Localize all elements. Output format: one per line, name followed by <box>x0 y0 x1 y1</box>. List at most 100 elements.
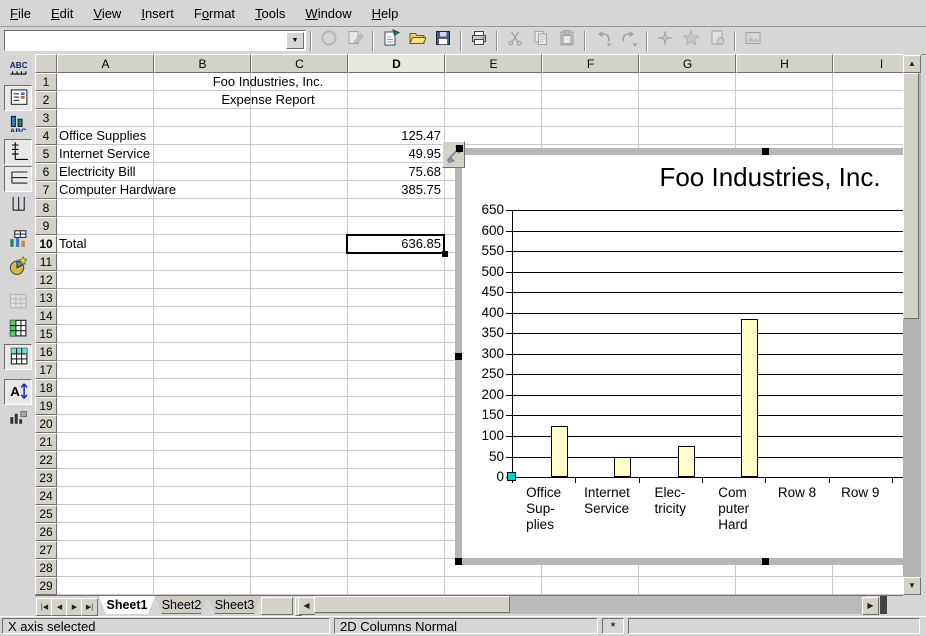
row-header-16[interactable]: 16 <box>35 343 57 361</box>
menu-format[interactable]: Format <box>184 4 245 23</box>
column-header-H[interactable]: H <box>736 54 833 73</box>
vertical-scrollbar[interactable]: ▲ ▼ <box>903 54 921 595</box>
menu-file[interactable]: File <box>0 4 41 23</box>
save-button[interactable] <box>431 30 455 52</box>
row-header-18[interactable]: 18 <box>35 379 57 397</box>
sheet-tab-sheet2[interactable]: Sheet2 <box>155 596 208 614</box>
row-header-17[interactable]: 17 <box>35 361 57 379</box>
scale-text-button[interactable]: A <box>4 379 32 405</box>
column-header-I[interactable]: I <box>833 54 903 73</box>
cell-A5[interactable]: Internet Service <box>59 145 150 163</box>
chart-selection-handle[interactable] <box>455 558 462 565</box>
menu-insert[interactable]: Insert <box>131 4 184 23</box>
bar-computer-hard[interactable] <box>741 319 758 478</box>
row-header-1[interactable]: 1 <box>35 73 57 91</box>
last-sheet-button[interactable]: ▶| <box>81 598 98 616</box>
row-header-4[interactable]: 4 <box>35 127 57 145</box>
y-axis-label[interactable]: 0 <box>455 469 504 484</box>
row-header-7[interactable]: 7 <box>35 181 57 199</box>
bar-electricity[interactable] <box>678 446 695 477</box>
row-header-28[interactable]: 28 <box>35 559 57 577</box>
vertical-grid-button[interactable] <box>4 193 30 217</box>
column-header-F[interactable]: F <box>542 54 639 73</box>
chart-selection-handle[interactable] <box>762 558 769 565</box>
sheet-title-row-1[interactable]: Foo Industries, Inc. <box>213 73 324 91</box>
menu-edit[interactable]: Edit <box>41 4 83 23</box>
y-axis-label[interactable]: 200 <box>455 387 504 402</box>
scroll-left-button[interactable]: ◀ <box>298 597 315 615</box>
legend-on-off-button[interactable] <box>4 85 32 111</box>
x-axis-category-label[interactable]: Office Sup- plies <box>526 485 561 533</box>
data-in-rows-button[interactable] <box>4 317 30 341</box>
bar-internet-service[interactable] <box>614 457 631 478</box>
cell-D5[interactable]: 49.95 <box>348 145 441 163</box>
bar-office-supplies[interactable] <box>551 426 568 478</box>
row-header-8[interactable]: 8 <box>35 199 57 217</box>
row-header-27[interactable]: 27 <box>35 541 57 559</box>
y-axis-label[interactable]: 150 <box>455 407 504 422</box>
chart-type-button[interactable] <box>4 255 30 279</box>
y-axis-label[interactable]: 300 <box>455 346 504 361</box>
column-header-A[interactable]: A <box>57 54 154 73</box>
x-axis-category-label[interactable]: Com puter Hard <box>718 485 749 533</box>
cell-D4[interactable]: 125.47 <box>348 127 441 145</box>
cell-A6[interactable]: Electricity Bill <box>59 163 136 181</box>
chart-selection-handle[interactable] <box>456 145 463 152</box>
y-axis-label[interactable]: 350 <box>455 325 504 340</box>
row-header-14[interactable]: 14 <box>35 307 57 325</box>
column-header-C[interactable]: C <box>251 54 348 73</box>
x-axis-category-label[interactable]: Row 9 <box>841 485 879 501</box>
vertical-scroll-thumb[interactable] <box>903 73 919 319</box>
new-document-button[interactable] <box>379 30 403 52</box>
print-button[interactable] <box>467 30 491 52</box>
row-header-5[interactable]: 5 <box>35 145 57 163</box>
menu-view[interactable]: View <box>83 4 131 23</box>
chart-title[interactable]: Foo Industries, Inc. <box>659 162 880 193</box>
sheet-tab-sheet1[interactable]: Sheet1 <box>99 596 155 614</box>
y-axis-label[interactable]: 100 <box>455 428 504 443</box>
column-header-B[interactable]: B <box>154 54 251 73</box>
row-header-21[interactable]: 21 <box>35 433 57 451</box>
y-axis-label[interactable]: 450 <box>455 284 504 299</box>
x-axis-category-label[interactable]: Elec- tricity <box>655 485 687 517</box>
row-header-13[interactable]: 13 <box>35 289 57 307</box>
row-header-11[interactable]: 11 <box>35 253 57 271</box>
automatic-layout-button[interactable] <box>4 406 30 430</box>
x-axis-category-label[interactable]: Internet Service <box>584 485 630 517</box>
column-header-E[interactable]: E <box>445 54 542 73</box>
y-axis-label[interactable]: 250 <box>455 366 504 381</box>
row-header-26[interactable]: 26 <box>35 523 57 541</box>
data-in-columns-button[interactable] <box>4 344 32 370</box>
sheet-title-row-2[interactable]: Expense Report <box>221 91 314 109</box>
x-axis-line[interactable] <box>512 477 903 478</box>
y-axis-label[interactable]: 50 <box>455 449 504 464</box>
url-combo-input[interactable] <box>6 32 288 49</box>
y-axis-label[interactable]: 400 <box>455 305 504 320</box>
column-header-D[interactable]: D <box>348 54 445 73</box>
column-header-G[interactable]: G <box>639 54 736 73</box>
horizontal-grid-button[interactable] <box>4 166 32 192</box>
embedded-chart[interactable]: Foo Industries, Inc. 0 50 100 150 200 250 300 3… <box>455 148 903 565</box>
horizontal-scroll-thumb[interactable] <box>314 596 510 613</box>
row-header-23[interactable]: 23 <box>35 469 57 487</box>
cell-A7[interactable]: Computer Hardware <box>59 181 176 199</box>
row-header-19[interactable]: 19 <box>35 397 57 415</box>
sheet-tab-sheet3[interactable]: Sheet3 <box>208 596 261 614</box>
cell-D7[interactable]: 385.75 <box>348 181 441 199</box>
y-axis-label[interactable]: 500 <box>455 264 504 279</box>
cell-A4[interactable]: Office Supplies <box>59 127 146 145</box>
row-header-20[interactable]: 20 <box>35 415 57 433</box>
select-all-corner[interactable] <box>35 54 57 73</box>
y-axis-label[interactable]: 600 <box>455 223 504 238</box>
row-header-2[interactable]: 2 <box>35 91 57 109</box>
row-header-6[interactable]: 6 <box>35 163 57 181</box>
row-header-9[interactable]: 9 <box>35 217 57 235</box>
cell-D6[interactable]: 75.68 <box>348 163 441 181</box>
y-axis-line[interactable] <box>512 210 513 478</box>
x-axis-category-label[interactable]: Row 8 <box>778 485 816 501</box>
url-combo[interactable]: ▼ <box>4 30 306 51</box>
x-axis-selection-handle[interactable] <box>507 472 516 481</box>
row-header-12[interactable]: 12 <box>35 271 57 289</box>
axes-titles-on-off-button[interactable]: ABC <box>4 112 30 136</box>
row-header-25[interactable]: 25 <box>35 505 57 523</box>
